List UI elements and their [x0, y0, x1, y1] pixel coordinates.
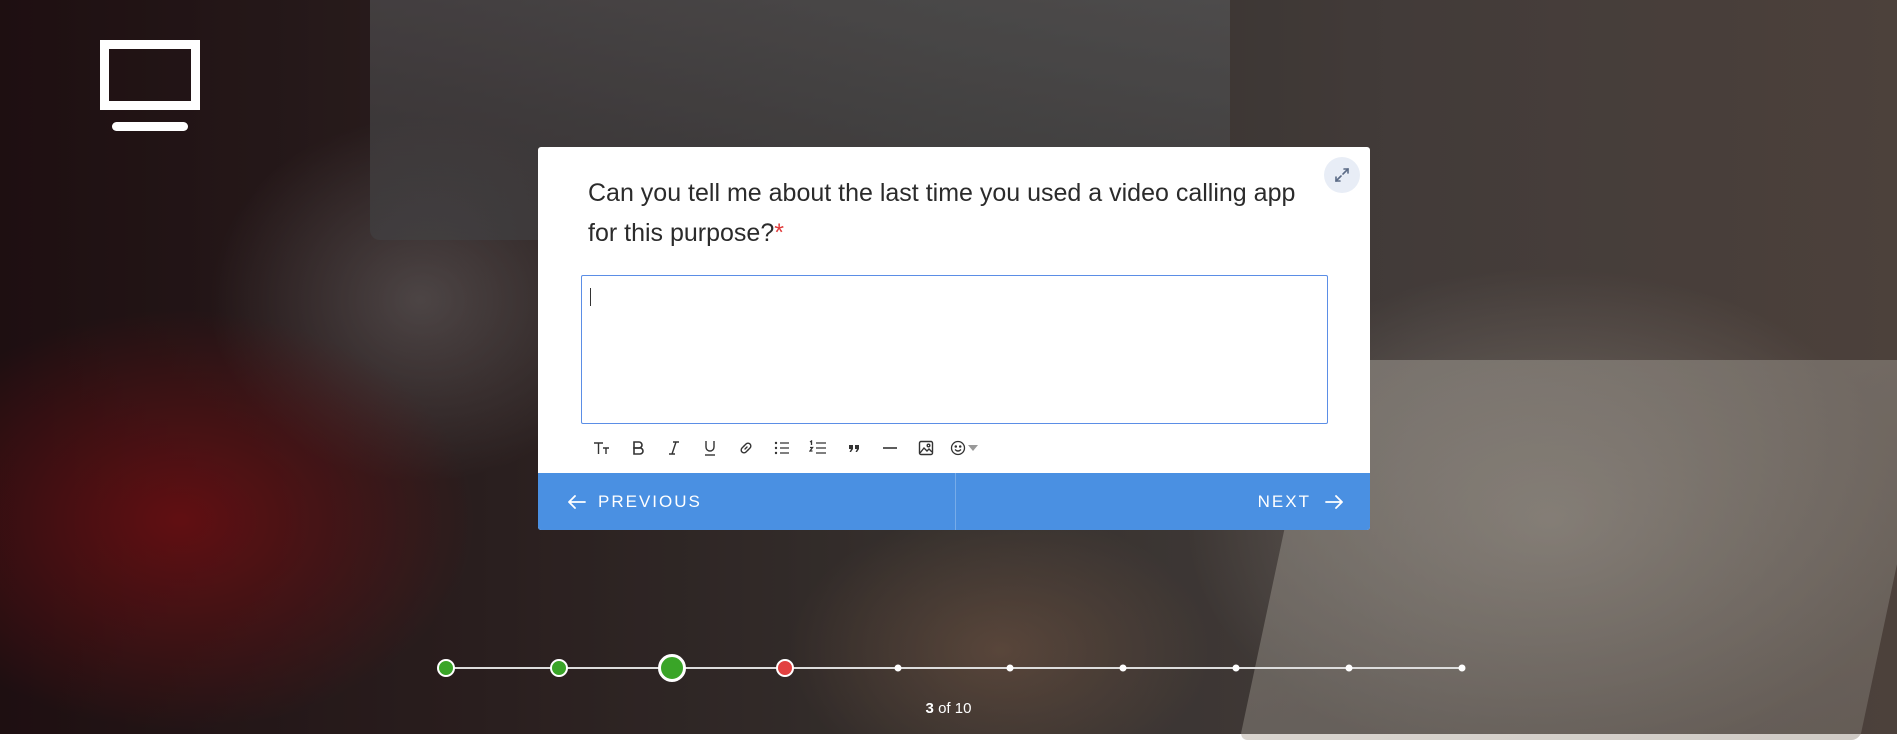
numbered-list-button[interactable]: [800, 435, 836, 461]
progress-line: [446, 667, 1462, 669]
quote-button[interactable]: [836, 435, 872, 461]
next-button[interactable]: NEXT: [956, 473, 1370, 530]
step-counter: 3 of 10: [0, 700, 1897, 717]
progress-step-2[interactable]: [549, 659, 568, 677]
monitor-logo-icon: [100, 40, 200, 132]
answer-textarea[interactable]: [581, 275, 1328, 424]
underline-icon: [705, 441, 715, 456]
italic-icon: [669, 441, 679, 455]
text-size-button[interactable]: [584, 435, 620, 461]
formatting-toolbar: [584, 435, 984, 461]
progress-step-10[interactable]: [1458, 664, 1466, 672]
bold-button[interactable]: [620, 435, 656, 461]
expand-icon: [1335, 168, 1349, 182]
link-button[interactable]: [728, 435, 764, 461]
arrow-right-icon: [1325, 494, 1343, 509]
bulleted-list-button[interactable]: [764, 435, 800, 461]
total-steps: 10: [954, 700, 972, 717]
question-label: Can you tell me about the last time you …: [588, 179, 1296, 247]
image-icon: [918, 440, 934, 456]
question-navigation: PREVIOUS NEXT: [538, 473, 1370, 530]
step-of: of: [938, 700, 951, 717]
text-caret: [590, 288, 591, 306]
progress-step-4[interactable]: [775, 659, 794, 677]
progress-step-1[interactable]: [437, 659, 455, 677]
horizontal-rule-button[interactable]: [872, 435, 908, 461]
image-button[interactable]: [908, 435, 944, 461]
bold-icon: [633, 441, 644, 455]
progress-step-3[interactable]: [657, 654, 686, 682]
chevron-down-icon: [968, 445, 978, 451]
horizontal-rule-icon: [883, 447, 897, 449]
emoji-button[interactable]: [944, 435, 984, 461]
arrow-left-icon: [568, 494, 586, 509]
next-label: NEXT: [1257, 491, 1311, 511]
progress-step-7[interactable]: [1119, 664, 1127, 672]
progress-step-9[interactable]: [1345, 664, 1353, 672]
quote-icon: [849, 445, 859, 452]
progress-step-6[interactable]: [1006, 664, 1014, 672]
progress-step-5[interactable]: [894, 664, 902, 672]
italic-button[interactable]: [656, 435, 692, 461]
numbered-list-icon: [809, 440, 826, 454]
text-size-icon: [594, 442, 609, 454]
previous-button[interactable]: PREVIOUS: [538, 473, 956, 530]
expand-button[interactable]: [1324, 157, 1360, 193]
current-step: 3: [925, 700, 934, 717]
emoji-icon: [950, 440, 966, 456]
progress-step-8[interactable]: [1232, 664, 1240, 672]
underline-button[interactable]: [692, 435, 728, 461]
link-icon: [740, 442, 752, 454]
question-card: Can you tell me about the last time you …: [538, 147, 1370, 530]
progress-tracker: [437, 654, 1466, 682]
question-text: Can you tell me about the last time you …: [588, 173, 1308, 253]
previous-label: PREVIOUS: [598, 491, 702, 511]
required-marker: *: [774, 219, 784, 247]
bulleted-list-icon: [774, 441, 789, 455]
